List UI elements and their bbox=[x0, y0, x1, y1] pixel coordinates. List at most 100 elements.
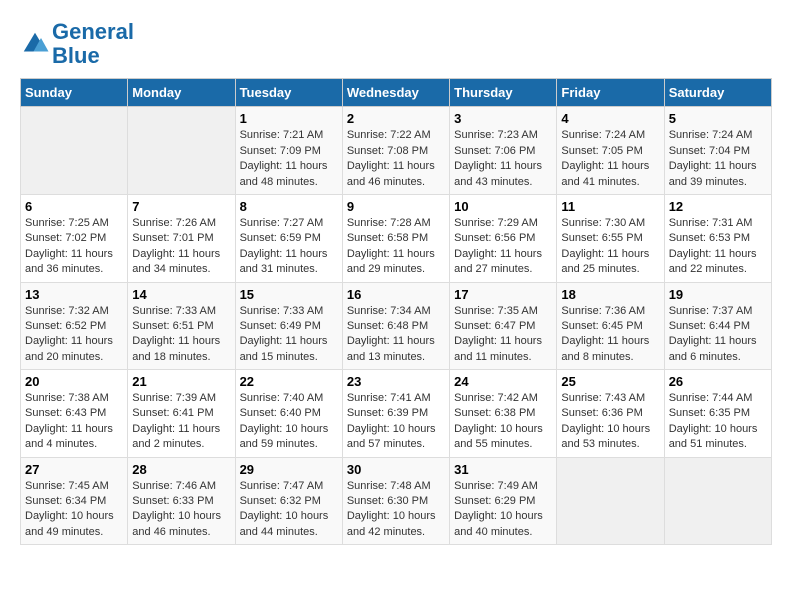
daylight-text: Daylight: 11 hours and 29 minutes. bbox=[347, 248, 435, 275]
day-number: 4 bbox=[561, 111, 659, 126]
sunrise-text: Sunrise: 7:40 AM bbox=[240, 392, 324, 404]
day-number: 21 bbox=[132, 374, 230, 389]
day-info: Sunrise: 7:39 AM Sunset: 6:41 PM Dayligh… bbox=[132, 391, 230, 453]
sunrise-text: Sunrise: 7:28 AM bbox=[347, 217, 431, 229]
day-info: Sunrise: 7:27 AM Sunset: 6:59 PM Dayligh… bbox=[240, 216, 338, 278]
daylight-text: Daylight: 11 hours and 39 minutes. bbox=[669, 160, 757, 187]
calendar-cell: 14 Sunrise: 7:33 AM Sunset: 6:51 PM Dayl… bbox=[128, 282, 235, 370]
calendar-week-row: 13 Sunrise: 7:32 AM Sunset: 6:52 PM Dayl… bbox=[21, 282, 772, 370]
calendar-cell: 16 Sunrise: 7:34 AM Sunset: 6:48 PM Dayl… bbox=[342, 282, 449, 370]
daylight-text: Daylight: 10 hours and 51 minutes. bbox=[669, 423, 758, 450]
calendar-week-row: 6 Sunrise: 7:25 AM Sunset: 7:02 PM Dayli… bbox=[21, 194, 772, 282]
day-info: Sunrise: 7:32 AM Sunset: 6:52 PM Dayligh… bbox=[25, 304, 123, 366]
logo-icon bbox=[20, 29, 50, 59]
calendar-cell: 24 Sunrise: 7:42 AM Sunset: 6:38 PM Dayl… bbox=[450, 370, 557, 458]
sunrise-text: Sunrise: 7:43 AM bbox=[561, 392, 645, 404]
calendar-week-row: 1 Sunrise: 7:21 AM Sunset: 7:09 PM Dayli… bbox=[21, 107, 772, 195]
calendar-cell: 7 Sunrise: 7:26 AM Sunset: 7:01 PM Dayli… bbox=[128, 194, 235, 282]
calendar-cell: 27 Sunrise: 7:45 AM Sunset: 6:34 PM Dayl… bbox=[21, 457, 128, 545]
daylight-text: Daylight: 11 hours and 2 minutes. bbox=[132, 423, 220, 450]
calendar-cell: 11 Sunrise: 7:30 AM Sunset: 6:55 PM Dayl… bbox=[557, 194, 664, 282]
sunrise-text: Sunrise: 7:44 AM bbox=[669, 392, 753, 404]
daylight-text: Daylight: 10 hours and 44 minutes. bbox=[240, 510, 329, 537]
sunrise-text: Sunrise: 7:32 AM bbox=[25, 305, 109, 317]
day-number: 16 bbox=[347, 287, 445, 302]
sunset-text: Sunset: 6:33 PM bbox=[132, 495, 213, 507]
calendar-cell: 20 Sunrise: 7:38 AM Sunset: 6:43 PM Dayl… bbox=[21, 370, 128, 458]
weekday-header: Wednesday bbox=[342, 79, 449, 107]
calendar-cell: 28 Sunrise: 7:46 AM Sunset: 6:33 PM Dayl… bbox=[128, 457, 235, 545]
day-info: Sunrise: 7:38 AM Sunset: 6:43 PM Dayligh… bbox=[25, 391, 123, 453]
day-info: Sunrise: 7:41 AM Sunset: 6:39 PM Dayligh… bbox=[347, 391, 445, 453]
sunrise-text: Sunrise: 7:31 AM bbox=[669, 217, 753, 229]
sunrise-text: Sunrise: 7:21 AM bbox=[240, 129, 324, 141]
sunset-text: Sunset: 7:02 PM bbox=[25, 232, 106, 244]
day-info: Sunrise: 7:25 AM Sunset: 7:02 PM Dayligh… bbox=[25, 216, 123, 278]
sunset-text: Sunset: 7:09 PM bbox=[240, 145, 321, 157]
daylight-text: Daylight: 10 hours and 53 minutes. bbox=[561, 423, 650, 450]
calendar-cell: 6 Sunrise: 7:25 AM Sunset: 7:02 PM Dayli… bbox=[21, 194, 128, 282]
day-number: 7 bbox=[132, 199, 230, 214]
day-info: Sunrise: 7:33 AM Sunset: 6:49 PM Dayligh… bbox=[240, 304, 338, 366]
day-info: Sunrise: 7:22 AM Sunset: 7:08 PM Dayligh… bbox=[347, 128, 445, 190]
sunset-text: Sunset: 6:34 PM bbox=[25, 495, 106, 507]
weekday-header: Thursday bbox=[450, 79, 557, 107]
day-info: Sunrise: 7:43 AM Sunset: 6:36 PM Dayligh… bbox=[561, 391, 659, 453]
day-info: Sunrise: 7:48 AM Sunset: 6:30 PM Dayligh… bbox=[347, 479, 445, 541]
sunrise-text: Sunrise: 7:36 AM bbox=[561, 305, 645, 317]
calendar-cell: 3 Sunrise: 7:23 AM Sunset: 7:06 PM Dayli… bbox=[450, 107, 557, 195]
day-info: Sunrise: 7:24 AM Sunset: 7:05 PM Dayligh… bbox=[561, 128, 659, 190]
sunrise-text: Sunrise: 7:34 AM bbox=[347, 305, 431, 317]
daylight-text: Daylight: 11 hours and 8 minutes. bbox=[561, 335, 649, 362]
daylight-text: Daylight: 10 hours and 59 minutes. bbox=[240, 423, 329, 450]
weekday-header: Saturday bbox=[664, 79, 771, 107]
calendar-cell: 31 Sunrise: 7:49 AM Sunset: 6:29 PM Dayl… bbox=[450, 457, 557, 545]
daylight-text: Daylight: 11 hours and 41 minutes. bbox=[561, 160, 649, 187]
calendar-cell: 10 Sunrise: 7:29 AM Sunset: 6:56 PM Dayl… bbox=[450, 194, 557, 282]
day-info: Sunrise: 7:23 AM Sunset: 7:06 PM Dayligh… bbox=[454, 128, 552, 190]
calendar-cell: 17 Sunrise: 7:35 AM Sunset: 6:47 PM Dayl… bbox=[450, 282, 557, 370]
day-number: 25 bbox=[561, 374, 659, 389]
day-info: Sunrise: 7:35 AM Sunset: 6:47 PM Dayligh… bbox=[454, 304, 552, 366]
calendar-cell: 2 Sunrise: 7:22 AM Sunset: 7:08 PM Dayli… bbox=[342, 107, 449, 195]
calendar-cell bbox=[21, 107, 128, 195]
calendar-cell bbox=[128, 107, 235, 195]
day-number: 5 bbox=[669, 111, 767, 126]
logo: General Blue bbox=[20, 20, 134, 68]
day-info: Sunrise: 7:36 AM Sunset: 6:45 PM Dayligh… bbox=[561, 304, 659, 366]
day-info: Sunrise: 7:26 AM Sunset: 7:01 PM Dayligh… bbox=[132, 216, 230, 278]
daylight-text: Daylight: 11 hours and 34 minutes. bbox=[132, 248, 220, 275]
page-header: General Blue bbox=[20, 20, 772, 68]
sunset-text: Sunset: 6:44 PM bbox=[669, 320, 750, 332]
logo-text: General Blue bbox=[52, 20, 134, 68]
daylight-text: Daylight: 11 hours and 22 minutes. bbox=[669, 248, 757, 275]
daylight-text: Daylight: 11 hours and 11 minutes. bbox=[454, 335, 542, 362]
day-info: Sunrise: 7:29 AM Sunset: 6:56 PM Dayligh… bbox=[454, 216, 552, 278]
day-number: 11 bbox=[561, 199, 659, 214]
day-number: 17 bbox=[454, 287, 552, 302]
day-info: Sunrise: 7:28 AM Sunset: 6:58 PM Dayligh… bbox=[347, 216, 445, 278]
sunrise-text: Sunrise: 7:47 AM bbox=[240, 480, 324, 492]
daylight-text: Daylight: 11 hours and 13 minutes. bbox=[347, 335, 435, 362]
day-number: 15 bbox=[240, 287, 338, 302]
day-number: 1 bbox=[240, 111, 338, 126]
sunrise-text: Sunrise: 7:35 AM bbox=[454, 305, 538, 317]
day-info: Sunrise: 7:49 AM Sunset: 6:29 PM Dayligh… bbox=[454, 479, 552, 541]
day-number: 3 bbox=[454, 111, 552, 126]
sunset-text: Sunset: 6:48 PM bbox=[347, 320, 428, 332]
day-number: 22 bbox=[240, 374, 338, 389]
calendar-cell: 19 Sunrise: 7:37 AM Sunset: 6:44 PM Dayl… bbox=[664, 282, 771, 370]
sunrise-text: Sunrise: 7:33 AM bbox=[240, 305, 324, 317]
sunset-text: Sunset: 6:51 PM bbox=[132, 320, 213, 332]
weekday-header: Tuesday bbox=[235, 79, 342, 107]
daylight-text: Daylight: 10 hours and 40 minutes. bbox=[454, 510, 543, 537]
day-number: 20 bbox=[25, 374, 123, 389]
sunset-text: Sunset: 6:36 PM bbox=[561, 407, 642, 419]
calendar-cell: 4 Sunrise: 7:24 AM Sunset: 7:05 PM Dayli… bbox=[557, 107, 664, 195]
calendar-week-row: 27 Sunrise: 7:45 AM Sunset: 6:34 PM Dayl… bbox=[21, 457, 772, 545]
sunrise-text: Sunrise: 7:30 AM bbox=[561, 217, 645, 229]
day-number: 27 bbox=[25, 462, 123, 477]
day-info: Sunrise: 7:21 AM Sunset: 7:09 PM Dayligh… bbox=[240, 128, 338, 190]
sunset-text: Sunset: 6:30 PM bbox=[347, 495, 428, 507]
calendar-cell: 9 Sunrise: 7:28 AM Sunset: 6:58 PM Dayli… bbox=[342, 194, 449, 282]
